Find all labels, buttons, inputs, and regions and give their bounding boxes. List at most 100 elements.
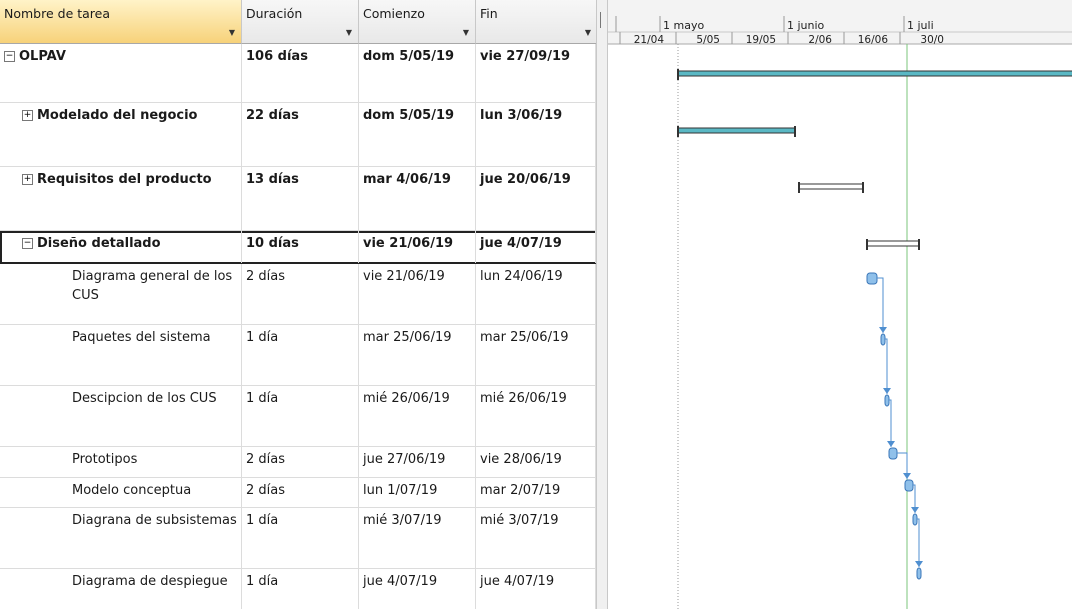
- week-label: 30/0: [920, 34, 944, 46]
- task-duration-cell[interactable]: 1 día: [242, 325, 359, 385]
- task-start: mar 25/06/19: [363, 330, 452, 345]
- filter-dropdown-icon[interactable]: ▼: [585, 28, 591, 37]
- summary-bar-cap: [677, 69, 679, 80]
- task-duration-cell[interactable]: 1 día: [242, 508, 359, 568]
- task-finish: lun 24/06/19: [480, 269, 563, 284]
- task-duration: 22 días: [246, 108, 299, 123]
- task-finish: mié 3/07/19: [480, 513, 559, 528]
- task-duration-cell[interactable]: 106 días: [242, 44, 359, 102]
- task-finish-cell[interactable]: jue 4/07/19: [476, 569, 596, 609]
- task-row[interactable]: Modelo conceptua 2 días lun 1/07/19 mar 2/0…: [0, 478, 598, 508]
- column-header-finish[interactable]: Fin ▼: [476, 0, 598, 44]
- task-start-cell[interactable]: dom 5/05/19: [359, 44, 476, 102]
- task-name-cell[interactable]: − OLPAV: [0, 44, 242, 102]
- task-name-cell[interactable]: Prototipos: [0, 447, 242, 477]
- task-start-cell[interactable]: lun 1/07/19: [359, 478, 476, 507]
- task-duration-cell[interactable]: 1 día: [242, 386, 359, 446]
- task-start: mar 4/06/19: [363, 172, 451, 187]
- filter-dropdown-icon[interactable]: ▼: [463, 28, 469, 37]
- task-duration: 10 días: [246, 236, 299, 251]
- task-name: Diagrama general de los CUS: [72, 269, 233, 303]
- column-header-start[interactable]: Comienzo ▼: [359, 0, 476, 44]
- task-finish-cell[interactable]: mar 2/07/19: [476, 478, 596, 507]
- task-duration-cell[interactable]: 22 días: [242, 103, 359, 166]
- task-name: Paquetes del sistema: [72, 330, 211, 345]
- task-name-cell[interactable]: − Diseño detallado: [0, 231, 242, 263]
- task-row[interactable]: − OLPAV 106 días dom 5/05/19 vie 27/09/19: [0, 44, 598, 103]
- column-splitter[interactable]: [596, 0, 608, 609]
- task-row[interactable]: Diagrama general de los CUS 2 días vie 21/…: [0, 264, 598, 325]
- task-name: Diagrana de subsistemas: [72, 513, 237, 528]
- task-start-cell[interactable]: vie 21/06/19: [359, 231, 476, 263]
- task-finish-cell[interactable]: jue 4/07/19: [476, 231, 596, 263]
- expand-icon[interactable]: +: [22, 174, 33, 185]
- task-start-cell[interactable]: jue 27/06/19: [359, 447, 476, 477]
- task-finish-cell[interactable]: mié 3/07/19: [476, 508, 596, 568]
- task-name: Descipcion de los CUS: [72, 391, 217, 406]
- task-duration: 106 días: [246, 49, 308, 64]
- task-start-cell[interactable]: mié 26/06/19: [359, 386, 476, 446]
- task-start-cell[interactable]: vie 21/06/19: [359, 264, 476, 324]
- task-duration: 2 días: [246, 269, 286, 284]
- task-row[interactable]: Diagrama de despiegue 1 día jue 4/07/19 jue…: [0, 569, 598, 609]
- task-row[interactable]: Diagrana de subsistemas 1 día mié 3/07/19 m…: [0, 508, 598, 569]
- column-header-start-label: Comienzo: [363, 6, 425, 21]
- task-finish-cell[interactable]: vie 28/06/19: [476, 447, 596, 477]
- task-duration-cell[interactable]: 2 días: [242, 478, 359, 507]
- collapse-icon[interactable]: −: [4, 51, 15, 62]
- task-name-cell[interactable]: Paquetes del sistema: [0, 325, 242, 385]
- task-name-cell[interactable]: Diagrama general de los CUS: [0, 264, 242, 324]
- task-name-cell[interactable]: Modelo conceptua: [0, 478, 242, 507]
- task-finish: mar 25/06/19: [480, 330, 569, 345]
- task-finish-cell[interactable]: jue 20/06/19: [476, 167, 596, 230]
- task-duration-cell[interactable]: 2 días: [242, 447, 359, 477]
- task-row[interactable]: Prototipos 2 días jue 27/06/19 vie 28/06/19: [0, 447, 598, 478]
- task-finish-cell[interactable]: mar 25/06/19: [476, 325, 596, 385]
- task-start: mié 3/07/19: [363, 513, 442, 528]
- task-row[interactable]: Paquetes del sistema 1 día mar 25/06/19 mar…: [0, 325, 598, 386]
- summary-bar-cap: [862, 182, 864, 193]
- task-duration-cell[interactable]: 10 días: [242, 231, 359, 263]
- task-start-cell[interactable]: mar 4/06/19: [359, 167, 476, 230]
- filter-dropdown-icon[interactable]: ▼: [229, 28, 235, 37]
- task-duration-cell[interactable]: 2 días: [242, 264, 359, 324]
- task-name-cell[interactable]: + Requisitos del producto: [0, 167, 242, 230]
- task-name-cell[interactable]: + Modelado del negocio: [0, 103, 242, 166]
- task-row[interactable]: Descipcion de los CUS 1 día mié 26/06/19 mi…: [0, 386, 598, 447]
- week-label: 21/04: [634, 34, 665, 46]
- task-name-cell[interactable]: Diagrana de subsistemas: [0, 508, 242, 568]
- expand-icon[interactable]: +: [22, 110, 33, 121]
- task-finish-cell[interactable]: mié 26/06/19: [476, 386, 596, 446]
- task-row[interactable]: + Modelado del negocio 22 días dom 5/05/19 l…: [0, 103, 598, 167]
- week-label: 5/05: [696, 34, 720, 46]
- column-header-duration[interactable]: Duración ▼: [242, 0, 359, 44]
- month-label: 1 mayo: [663, 19, 704, 32]
- month-label: 1 junio: [787, 19, 825, 32]
- task-name: Requisitos del producto: [37, 172, 212, 187]
- task-name-cell[interactable]: Descipcion de los CUS: [0, 386, 242, 446]
- task-name: Diagrama de despiegue: [72, 574, 228, 589]
- task-start-cell[interactable]: mié 3/07/19: [359, 508, 476, 568]
- summary-bar-cap: [794, 126, 796, 137]
- task-duration-cell[interactable]: 1 día: [242, 569, 359, 609]
- dependency-link: [917, 518, 920, 567]
- task-row[interactable]: + Requisitos del producto 13 días mar 4/06/…: [0, 167, 598, 231]
- task-finish-cell[interactable]: lun 3/06/19: [476, 103, 596, 166]
- task-finish-cell[interactable]: lun 24/06/19: [476, 264, 596, 324]
- task-row[interactable]: − Diseño detallado 10 días vie 21/06/19 jue …: [0, 231, 598, 264]
- task-bar: [916, 567, 922, 580]
- collapse-icon[interactable]: −: [22, 238, 33, 249]
- task-start-cell[interactable]: jue 4/07/19: [359, 569, 476, 609]
- summary-bar-cap: [677, 126, 679, 137]
- task-name: OLPAV: [19, 49, 66, 64]
- column-header-name[interactable]: Nombre de tarea ▼: [0, 0, 242, 44]
- task-duration-cell[interactable]: 13 días: [242, 167, 359, 230]
- task-start-cell[interactable]: mar 25/06/19: [359, 325, 476, 385]
- task-name-cell[interactable]: Diagrama de despiegue: [0, 569, 242, 609]
- task-finish-cell[interactable]: vie 27/09/19: [476, 44, 596, 102]
- summary-bar: [798, 183, 864, 190]
- dependency-link: [885, 338, 888, 394]
- week-label: 16/06: [858, 34, 889, 46]
- filter-dropdown-icon[interactable]: ▼: [346, 28, 352, 37]
- task-start-cell[interactable]: dom 5/05/19: [359, 103, 476, 166]
